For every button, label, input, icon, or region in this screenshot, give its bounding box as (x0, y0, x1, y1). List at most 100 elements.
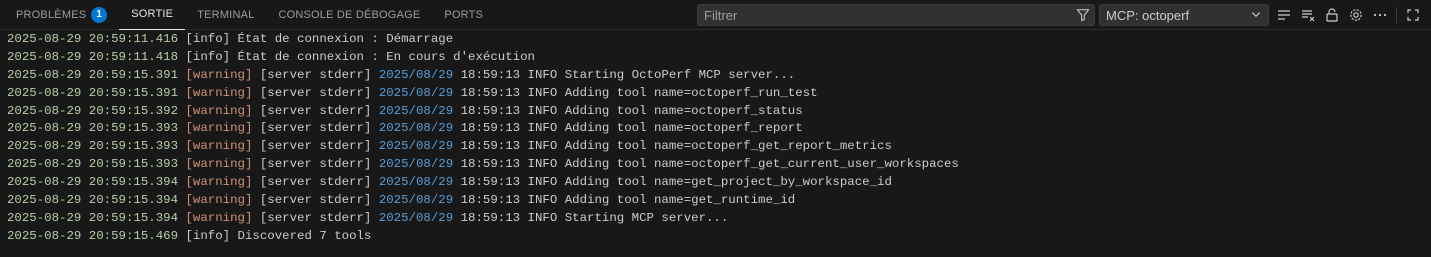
log-level: [warning] (185, 193, 253, 208)
more-actions-icon[interactable] (1368, 4, 1392, 26)
log-level: [warning] (185, 139, 253, 154)
log-line: 2025-08-29 20:59:11.416 [info] État de c… (7, 31, 1431, 49)
lock-icon[interactable] (1320, 4, 1344, 26)
tab-problems[interactable]: PROBLÈMES 1 (4, 0, 119, 30)
gear-icon[interactable] (1344, 4, 1368, 26)
log-line: 2025-08-29 20:59:15.394 [warning] [serve… (7, 174, 1431, 192)
tab-debug-console[interactable]: CONSOLE DE DÉBOGAGE (266, 0, 432, 30)
log-time: 18:59:13 (460, 103, 521, 118)
log-message: État de connexion : Démarrage (237, 32, 454, 46)
log-source: [server stderr] (259, 121, 372, 136)
log-line: 2025-08-29 20:59:15.394 [warning] [serve… (7, 192, 1431, 210)
toolbar-divider (1396, 7, 1397, 23)
tab-ports[interactable]: PORTS (432, 0, 495, 30)
filter-icon[interactable] (1072, 5, 1094, 25)
log-timestamp: 2025-08-29 20:59:15.394 (7, 210, 179, 225)
log-line: 2025-08-29 20:59:11.418 [info] État de c… (7, 49, 1431, 67)
log-date: 2025/08/29 (378, 139, 454, 154)
word-wrap-icon[interactable] (1272, 4, 1296, 26)
log-message: INFO Adding tool name=octoperf_get_repor… (527, 139, 892, 154)
log-level: [warning] (185, 67, 253, 82)
tab-terminal-label: TERMINAL (197, 8, 255, 21)
chevron-down-icon (1250, 8, 1262, 23)
log-level: [warning] (185, 121, 253, 136)
tab-debug-console-label: CONSOLE DE DÉBOGAGE (278, 8, 421, 21)
log-date: 2025/08/29 (378, 210, 454, 225)
log-level: [info] (185, 228, 231, 243)
clear-output-icon[interactable] (1296, 4, 1320, 26)
log-timestamp: 2025-08-29 20:59:11.418 (7, 49, 179, 64)
log-line: 2025-08-29 20:59:15.393 [warning] [serve… (7, 156, 1431, 174)
log-source: [server stderr] (259, 103, 372, 118)
log-level: [warning] (185, 85, 253, 100)
log-level: [warning] (185, 210, 253, 225)
tab-terminal[interactable]: TERMINAL (185, 0, 266, 30)
log-timestamp: 2025-08-29 20:59:15.394 (7, 175, 179, 190)
filter-input[interactable] (698, 5, 1072, 25)
log-timestamp: 2025-08-29 20:59:15.393 (7, 121, 179, 136)
log-message: INFO Adding tool name=get_runtime_id (527, 193, 796, 208)
log-time: 18:59:13 (460, 210, 521, 225)
log-line: 2025-08-29 20:59:15.393 [warning] [serve… (7, 138, 1431, 156)
log-time: 18:59:13 (460, 121, 521, 136)
log-source: [server stderr] (259, 85, 372, 100)
log-line: 2025-08-29 20:59:15.394 [warning] [serve… (7, 210, 1431, 228)
log-level: [warning] (185, 157, 253, 172)
log-message: INFO Starting MCP server... (527, 210, 729, 225)
tab-output[interactable]: SORTIE (119, 0, 186, 30)
log-timestamp: 2025-08-29 20:59:15.392 (7, 103, 179, 118)
log-message: État de connexion : En cours d'exécution (237, 49, 535, 64)
log-line: 2025-08-29 20:59:15.393 [warning] [serve… (7, 120, 1431, 138)
log-date: 2025/08/29 (378, 175, 454, 190)
panel-tabs: PROBLÈMES 1 SORTIE TERMINAL CONSOLE DE D… (0, 0, 495, 30)
log-date: 2025/08/29 (378, 121, 454, 136)
log-time: 18:59:13 (460, 193, 521, 208)
log-message: Discovered 7 tools (237, 228, 372, 243)
log-level: [info] (185, 32, 231, 46)
log-source: [server stderr] (259, 210, 372, 225)
log-timestamp: 2025-08-29 20:59:15.391 (7, 67, 179, 82)
log-date: 2025/08/29 (378, 157, 454, 172)
log-line: 2025-08-29 20:59:15.391 [warning] [serve… (7, 67, 1431, 85)
problems-count-badge: 1 (91, 6, 108, 23)
maximize-panel-icon[interactable] (1401, 4, 1425, 26)
log-level: [info] (185, 49, 231, 64)
tab-problems-label: PROBLÈMES (16, 8, 87, 21)
log-message: INFO Starting OctoPerf MCP server... (527, 67, 796, 82)
tab-ports-label: PORTS (444, 8, 484, 21)
log-timestamp: 2025-08-29 20:59:15.469 (7, 228, 179, 243)
tab-output-label: SORTIE (131, 8, 174, 20)
log-message: INFO Adding tool name=octoperf_run_test (527, 85, 818, 100)
log-line: 2025-08-29 20:59:15.391 [warning] [serve… (7, 85, 1431, 103)
log-level: [warning] (185, 175, 253, 190)
log-date: 2025/08/29 (378, 193, 454, 208)
log-time: 18:59:13 (460, 139, 521, 154)
log-message: INFO Adding tool name=octoperf_report (527, 121, 803, 136)
log-level: [warning] (185, 103, 253, 118)
output-channel-select[interactable]: MCP: octoperf (1099, 4, 1269, 26)
log-timestamp: 2025-08-29 20:59:15.394 (7, 193, 179, 208)
output-channel-value: MCP: octoperf (1106, 7, 1190, 23)
log-source: [server stderr] (259, 175, 372, 190)
close-panel-icon[interactable] (1425, 4, 1431, 26)
log-time: 18:59:13 (460, 85, 521, 100)
log-date: 2025/08/29 (378, 85, 454, 100)
log-line: 2025-08-29 20:59:15.392 [warning] [serve… (7, 103, 1431, 121)
log-source: [server stderr] (259, 157, 372, 172)
log-message: INFO Adding tool name=octoperf_get_curre… (527, 157, 959, 172)
log-source: [server stderr] (259, 193, 372, 208)
log-message: INFO Adding tool name=get_project_by_wor… (527, 175, 892, 190)
log-time: 18:59:13 (460, 67, 521, 82)
log-message: INFO Adding tool name=octoperf_status (527, 103, 803, 118)
filter-box (697, 4, 1095, 26)
log-line: 2025-08-29 20:59:15.469 [info] Discovere… (7, 228, 1431, 246)
log-timestamp: 2025-08-29 20:59:15.393 (7, 157, 179, 172)
log-time: 18:59:13 (460, 175, 521, 190)
log-timestamp: 2025-08-29 20:59:11.416 (7, 32, 179, 46)
log-source: [server stderr] (259, 67, 372, 82)
panel-toolbar (1272, 4, 1431, 26)
log-timestamp: 2025-08-29 20:59:15.391 (7, 85, 179, 100)
log-date: 2025/08/29 (378, 103, 454, 118)
log-source: [server stderr] (259, 139, 372, 154)
output-log[interactable]: 2025-08-29 20:59:11.416 [info] État de c… (0, 31, 1431, 257)
